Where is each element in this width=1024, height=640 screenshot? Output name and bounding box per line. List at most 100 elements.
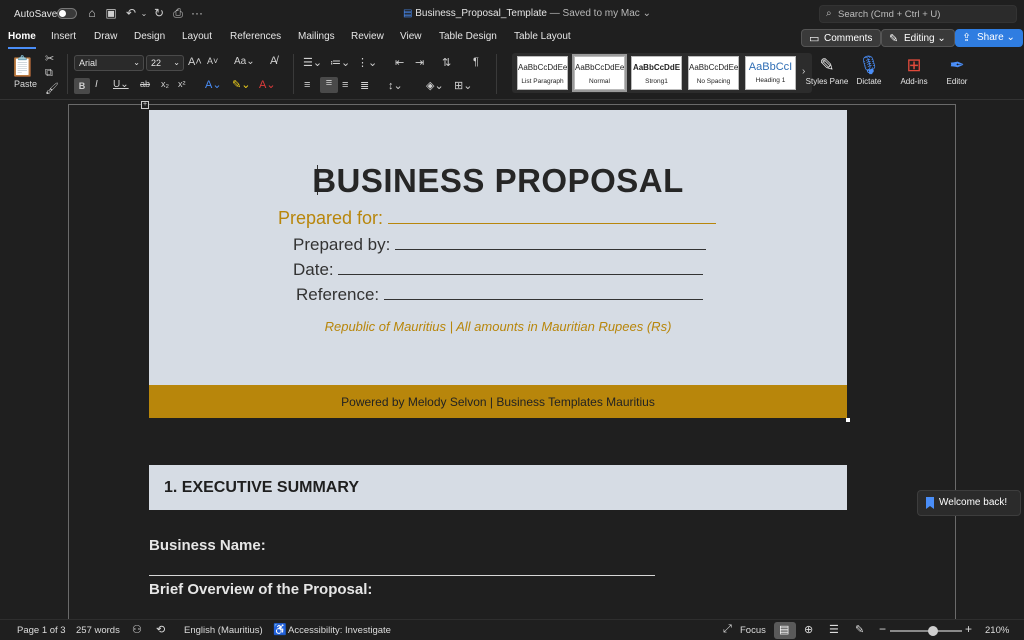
italic-icon[interactable]: I bbox=[95, 79, 98, 90]
style-normal[interactable]: AaBbCcDdEe Normal bbox=[572, 54, 627, 92]
save-icon[interactable]: ▣ bbox=[104, 6, 118, 20]
zoom-slider[interactable] bbox=[890, 626, 962, 636]
welcome-back-toast[interactable]: Welcome back! bbox=[917, 490, 1021, 516]
brief-overview-label[interactable]: Brief Overview of the Proposal: bbox=[149, 581, 372, 598]
autosave-toggle[interactable] bbox=[57, 8, 77, 19]
text-effects-icon[interactable]: A⌄ bbox=[205, 78, 222, 91]
numbering-icon[interactable]: ≔⌄ bbox=[330, 56, 350, 69]
style-list-paragraph[interactable]: AaBbCcDdEe List Paragraph bbox=[517, 56, 568, 90]
align-center-icon[interactable]: ≡ bbox=[320, 77, 338, 93]
web-layout-icon[interactable]: ⊕ bbox=[804, 623, 813, 636]
shrink-font-icon[interactable]: A˅ bbox=[207, 56, 218, 66]
line-spacing-icon[interactable]: ↕⌄ bbox=[388, 79, 403, 92]
track-changes-icon[interactable]: ⟲ bbox=[156, 623, 165, 636]
more-icon[interactable]: ··· bbox=[190, 6, 204, 20]
tab-insert[interactable]: Insert bbox=[51, 31, 76, 42]
date-line[interactable]: Date: bbox=[293, 260, 704, 280]
styles-pane-button[interactable]: ✎ Styles Pane bbox=[805, 53, 849, 86]
tab-mailings[interactable]: Mailings bbox=[298, 31, 335, 42]
strikethrough-icon[interactable]: ab bbox=[140, 79, 150, 89]
highlight-icon[interactable]: ✎⌄ bbox=[232, 78, 250, 91]
table-resize-handle[interactable] bbox=[846, 418, 850, 422]
share-button[interactable]: ⇪ Share ⌄ bbox=[955, 29, 1023, 47]
superscript-icon[interactable]: x² bbox=[178, 79, 186, 89]
draft-view-icon[interactable]: ✎ bbox=[855, 623, 864, 636]
bullets-icon[interactable]: ☰⌄ bbox=[303, 56, 322, 69]
page-count[interactable]: Page 1 of 3 bbox=[17, 625, 66, 636]
prepared-for-line[interactable]: Prepared for: bbox=[278, 208, 717, 229]
increase-indent-icon[interactable]: ⇥ bbox=[415, 56, 424, 69]
word-count[interactable]: 257 words bbox=[76, 625, 120, 636]
undo-icon[interactable]: ↶ bbox=[124, 6, 138, 20]
style-no-spacing[interactable]: AaBbCcDdEe No Spacing bbox=[688, 56, 739, 90]
cover-footer-band[interactable]: Powered by Melody Selvon | Business Temp… bbox=[149, 385, 847, 418]
borders-icon[interactable]: ⊞⌄ bbox=[454, 79, 472, 92]
justify-icon[interactable]: ≣ bbox=[360, 79, 369, 92]
clear-formatting-icon[interactable]: A̸ bbox=[270, 55, 277, 67]
business-name-label[interactable]: Business Name: bbox=[149, 537, 266, 554]
tab-references[interactable]: References bbox=[230, 31, 281, 42]
sort-icon[interactable]: ⇅ bbox=[442, 56, 451, 69]
focus-button[interactable]: Focus bbox=[740, 625, 766, 636]
tab-table-layout[interactable]: Table Layout bbox=[514, 31, 571, 42]
outline-view-icon[interactable]: ☰ bbox=[829, 623, 839, 636]
tab-design[interactable]: Design bbox=[134, 31, 165, 42]
zoom-level[interactable]: 210% bbox=[985, 625, 1009, 636]
reference-line[interactable]: Reference: bbox=[296, 285, 703, 305]
divider bbox=[293, 54, 294, 94]
cover-block[interactable]: BUSINESS PROPOSAL Prepared for: Prepared… bbox=[149, 110, 847, 385]
font-color-icon[interactable]: A⌄ bbox=[259, 78, 276, 91]
format-painter-icon[interactable]: 🖌 bbox=[45, 82, 59, 95]
subscript-icon[interactable]: x₂ bbox=[161, 79, 169, 89]
decrease-indent-icon[interactable]: ⇤ bbox=[395, 56, 404, 69]
prepared-by-line[interactable]: Prepared by: bbox=[293, 235, 707, 255]
section-heading-executive-summary[interactable]: 1. EXECUTIVE SUMMARY bbox=[149, 465, 847, 510]
change-case-icon[interactable]: Aa⌄ bbox=[234, 56, 255, 67]
style-strong1[interactable]: AaBbCcDdE Strong1 bbox=[631, 56, 682, 90]
accessibility-status[interactable]: Accessibility: Investigate bbox=[288, 625, 391, 636]
language-status[interactable]: English (Mauritius) bbox=[184, 625, 263, 636]
grow-font-icon[interactable]: A˄ bbox=[188, 56, 202, 68]
font-name-select[interactable]: Arial ⌄ bbox=[74, 55, 144, 71]
align-left-icon[interactable]: ≡ bbox=[304, 79, 310, 91]
tab-table-design[interactable]: Table Design bbox=[439, 31, 497, 42]
zoom-slider-thumb[interactable] bbox=[928, 626, 938, 636]
document-title[interactable]: ▤ Business_Proposal_Template — Saved to … bbox=[403, 8, 651, 19]
tab-layout[interactable]: Layout bbox=[182, 31, 212, 42]
add-ins-button[interactable]: ⊞ Add-ins bbox=[892, 53, 936, 86]
document-canvas[interactable]: + BUSINESS PROPOSAL Prepared for: Prepar… bbox=[0, 101, 1024, 619]
underline-icon[interactable]: U⌄ bbox=[113, 79, 129, 90]
font-name-value: Arial bbox=[79, 58, 98, 68]
tab-draw[interactable]: Draw bbox=[94, 31, 117, 42]
tab-view[interactable]: View bbox=[400, 31, 422, 42]
proofing-icon[interactable]: ⚇ bbox=[132, 623, 142, 636]
search-box[interactable]: ⌕ Search (Cmd + Ctrl + U) bbox=[819, 5, 1017, 23]
home-icon[interactable]: ⌂ bbox=[85, 6, 99, 20]
cut-icon[interactable]: ✂ bbox=[45, 52, 54, 65]
table-move-handle-icon[interactable]: + bbox=[141, 101, 149, 109]
bold-icon[interactable]: B bbox=[74, 78, 90, 94]
clipboard-icon[interactable]: 📋 bbox=[10, 54, 35, 79]
dictate-button[interactable]: 🎙 Dictate bbox=[847, 53, 891, 86]
shading-icon[interactable]: ◈⌄ bbox=[426, 79, 444, 92]
font-size-select[interactable]: 22 ⌄ bbox=[146, 55, 184, 71]
multilevel-list-icon[interactable]: ⋮⌄ bbox=[357, 56, 377, 69]
redo-icon[interactable]: ↻ bbox=[152, 6, 166, 20]
undo-dropdown-icon[interactable]: ⌄ bbox=[137, 9, 151, 18]
zoom-in-icon[interactable]: + bbox=[965, 622, 972, 636]
tab-home[interactable]: Home bbox=[8, 31, 36, 49]
proposal-title[interactable]: BUSINESS PROPOSAL bbox=[149, 162, 847, 200]
editing-button[interactable]: ✎ Editing ⌄ bbox=[881, 29, 955, 47]
tab-review[interactable]: Review bbox=[351, 31, 384, 42]
editor-button[interactable]: ✒ Editor bbox=[935, 53, 979, 86]
paste-label[interactable]: Paste bbox=[14, 79, 37, 89]
style-sample: AaBbCcDdEe bbox=[518, 63, 567, 72]
paragraph-marks-icon[interactable]: ¶ bbox=[473, 56, 479, 68]
style-heading-1[interactable]: AaBbCcI Heading 1 bbox=[745, 56, 796, 90]
jurisdiction-note[interactable]: Republic of Mauritius | All amounts in M… bbox=[149, 319, 847, 334]
align-right-icon[interactable]: ≡ bbox=[342, 79, 348, 91]
print-icon[interactable]: ⎙ bbox=[171, 6, 185, 21]
copy-icon[interactable]: ⧉ bbox=[45, 67, 53, 80]
comments-button[interactable]: ▭ Comments bbox=[801, 29, 882, 47]
zoom-out-icon[interactable]: − bbox=[879, 622, 886, 636]
